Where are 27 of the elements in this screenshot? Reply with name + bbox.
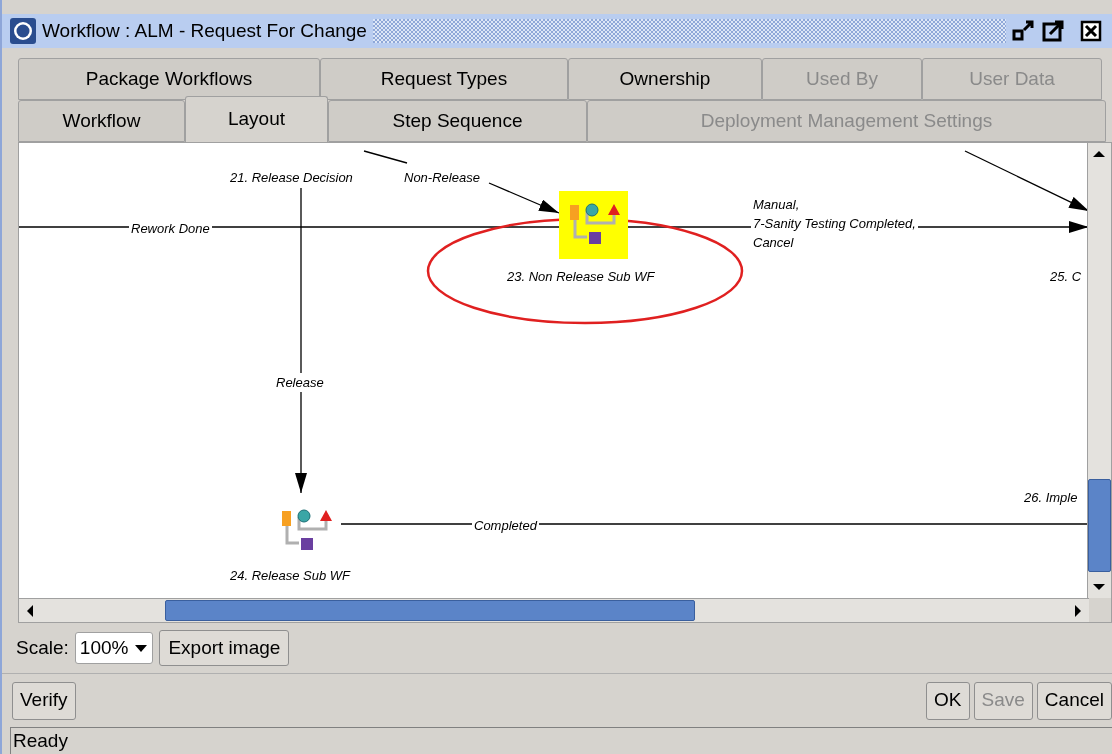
maximize-icon[interactable] — [1042, 20, 1066, 42]
tab[interactable]: Request Types — [320, 58, 568, 100]
transition-line — [363, 150, 408, 164]
transition-label: Release — [274, 373, 326, 392]
tab[interactable]: Ownership — [568, 58, 762, 100]
restore-icon[interactable] — [1012, 20, 1036, 42]
caret-icon — [134, 643, 149, 653]
tab[interactable]: Step Sequence — [328, 100, 587, 142]
transition-arrow — [488, 182, 560, 214]
tab[interactable]: Package Workflows — [18, 58, 320, 100]
close-icon[interactable] — [1080, 20, 1104, 42]
status-bar: Ready — [10, 727, 1112, 754]
window-title: Workflow : ALM - Request For Change — [42, 18, 367, 43]
dialog-button[interactable]: Cancel — [1036, 681, 1112, 720]
dialog-button[interactable]: Verify — [12, 681, 76, 720]
tab[interactable]: Workflow — [18, 100, 185, 142]
subworkflow-icon[interactable] — [559, 191, 628, 259]
scroll-thumb[interactable] — [1088, 479, 1111, 572]
horizontal-scrollbar[interactable] — [19, 598, 1089, 622]
app-logo-icon — [10, 18, 36, 44]
scale-dropdown[interactable]: 100% — [74, 632, 154, 664]
scale-label: Scale: — [16, 635, 69, 660]
tab[interactable]: Layout — [185, 96, 328, 142]
dialog-button[interactable]: OK — [926, 681, 970, 720]
export-image-button[interactable]: Export image — [159, 630, 290, 666]
vertical-scrollbar[interactable] — [1087, 143, 1111, 598]
scroll-thumb[interactable] — [165, 600, 695, 621]
